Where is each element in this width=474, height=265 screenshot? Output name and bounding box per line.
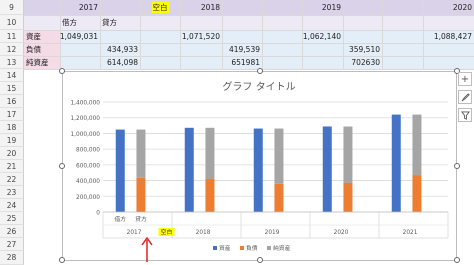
row-header[interactable]: 25 xyxy=(0,212,24,225)
x-year-label: 2018 xyxy=(196,230,211,236)
y-tick-label: 1,000,000 xyxy=(70,132,100,138)
bar-liabilities[interactable] xyxy=(274,183,284,212)
chart-area[interactable]: グラフ タイトル 1,400,000 1,200,000 1,000,000 800,… xyxy=(62,71,457,261)
bar-chart: グラフ タイトル 1,400,000 1,200,000 1,000,000 800,… xyxy=(70,80,449,252)
row-header[interactable]: 26 xyxy=(0,225,24,238)
resize-handle[interactable] xyxy=(59,68,65,74)
x-subcategory-label: 借方 xyxy=(114,215,126,223)
resize-handle[interactable] xyxy=(257,68,263,74)
row-header[interactable]: 24 xyxy=(0,199,24,212)
cell-debit[interactable]: 借方 xyxy=(60,15,100,30)
row-header[interactable]: 17 xyxy=(0,108,24,121)
y-tick-label: 200,000 xyxy=(76,195,100,201)
x-subcategory-label: 貸方 xyxy=(135,215,147,223)
cell-assets-2020[interactable]: 1,088,427 xyxy=(423,30,474,43)
cell-equity-2018[interactable]: 651981 xyxy=(222,56,262,69)
x-blank-label: 空白 xyxy=(161,228,173,236)
resize-handle[interactable] xyxy=(454,257,460,263)
spreadsheet: 9 10 11 12 13 14 15 16 17 18 19 20 21 22… xyxy=(0,0,474,265)
legend-swatch xyxy=(213,246,217,250)
bar-liabilities[interactable] xyxy=(412,175,422,212)
row-header[interactable]: 21 xyxy=(0,160,24,173)
cell-liabilities-2019[interactable]: 359,510 xyxy=(343,43,382,56)
y-tick-label: 1,400,000 xyxy=(70,101,100,107)
chart-title[interactable]: グラフ タイトル xyxy=(222,80,295,93)
cell-liabilities-label[interactable]: 負債 xyxy=(24,43,60,56)
bar-equity[interactable] xyxy=(136,129,146,178)
row-header[interactable]: 18 xyxy=(0,121,24,134)
cell-equity-2017[interactable]: 614,098 xyxy=(100,56,140,69)
bar-liabilities[interactable] xyxy=(205,179,215,212)
cell-assets-2018[interactable]: 1,071,520 xyxy=(180,30,222,43)
y-tick-label: 0 xyxy=(96,211,100,217)
bar-equity[interactable] xyxy=(412,114,422,176)
row-header[interactable]: 19 xyxy=(0,134,24,147)
chart-elements-button[interactable]: + xyxy=(458,72,472,86)
row-header[interactable]: 10 xyxy=(0,15,24,30)
cell-equity-2019[interactable]: 702630 xyxy=(343,56,382,69)
y-tick-label: 600,000 xyxy=(76,163,100,169)
resize-handle[interactable] xyxy=(454,163,460,169)
bar-equity[interactable] xyxy=(205,127,215,180)
row-header[interactable]: 16 xyxy=(0,95,24,108)
resize-handle[interactable] xyxy=(59,257,65,263)
cell-year-2019[interactable]: 2019 xyxy=(302,0,343,15)
y-tick-label: 400,000 xyxy=(76,179,100,185)
row-header[interactable]: 13 xyxy=(0,56,24,69)
cell-year-2017[interactable]: 2017 xyxy=(60,0,100,15)
row-header[interactable]: 14 xyxy=(0,69,24,82)
bar-equity[interactable] xyxy=(274,128,284,184)
cell-blank[interactable]: 空白 xyxy=(140,0,180,15)
bar-assets[interactable] xyxy=(115,129,125,212)
row-header[interactable]: 28 xyxy=(0,251,24,265)
bar-assets[interactable] xyxy=(391,114,401,212)
row-header[interactable]: 11 xyxy=(0,30,24,43)
cell-assets-2019[interactable]: 1,062,140 xyxy=(302,30,343,43)
blank-label: 空白 xyxy=(151,2,169,13)
cell-assets-label[interactable]: 資産 xyxy=(24,30,60,43)
cell-liabilities-2018[interactable]: 419,539 xyxy=(222,43,262,56)
row-header[interactable]: 15 xyxy=(0,82,24,95)
y-tick-label: 1,200,000 xyxy=(70,116,100,122)
legend-label[interactable]: 負債 xyxy=(246,244,258,252)
resize-handle[interactable] xyxy=(257,257,263,263)
cell-liabilities-2017[interactable]: 434,933 xyxy=(100,43,140,56)
bar-equity[interactable] xyxy=(343,126,353,183)
legend-swatch xyxy=(240,246,244,250)
x-year-label: 2019 xyxy=(265,230,280,236)
row-header[interactable]: 9 xyxy=(0,0,24,15)
cell-assets-2017[interactable]: 1,049,031 xyxy=(60,30,100,43)
bar-liabilities[interactable] xyxy=(343,182,353,212)
plus-icon: + xyxy=(460,73,470,85)
red-arrow-icon xyxy=(141,236,153,262)
resize-handle[interactable] xyxy=(59,163,65,169)
legend-label[interactable]: 資産 xyxy=(219,244,231,252)
cell-year-2020[interactable]: 2020 xyxy=(423,0,474,15)
x-year-label: 2021 xyxy=(403,230,418,236)
row-header[interactable]: 20 xyxy=(0,147,24,160)
chart-styles-button[interactable] xyxy=(458,90,472,104)
cell-equity-label[interactable]: 純資産 xyxy=(24,56,60,69)
x-year-label: 2020 xyxy=(334,230,349,236)
cell-credit[interactable]: 貸方 xyxy=(100,15,140,30)
bar-assets[interactable] xyxy=(184,127,194,212)
chart-filters-button[interactable] xyxy=(458,108,472,122)
legend-swatch xyxy=(267,246,271,250)
row-header[interactable]: 12 xyxy=(0,43,24,56)
row-header[interactable]: 27 xyxy=(0,238,24,251)
cell-year-2018[interactable]: 2018 xyxy=(180,0,222,15)
filter-icon xyxy=(460,110,470,120)
bar-assets[interactable] xyxy=(322,126,332,212)
row-header[interactable]: 22 xyxy=(0,173,24,186)
y-tick-label: 800,000 xyxy=(76,148,100,154)
bar-assets[interactable] xyxy=(253,128,263,212)
bar-liabilities[interactable] xyxy=(136,177,146,212)
legend-label[interactable]: 純資産 xyxy=(273,244,291,252)
row-header[interactable]: 23 xyxy=(0,186,24,199)
brush-icon xyxy=(461,92,470,101)
